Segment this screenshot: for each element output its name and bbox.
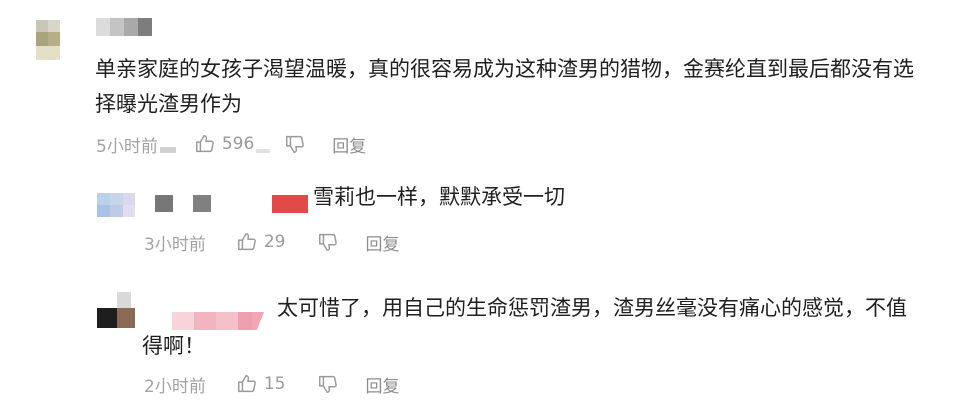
like-count: 29 bbox=[263, 232, 286, 252]
comment-text-line-1: 单亲家庭的女孩子渴望温暖，真的很容易成为这种渣男的猎物，金赛纶直到最后都没有选 bbox=[95, 57, 914, 81]
timestamp: 3小时前 bbox=[144, 234, 206, 255]
thumbs-down-icon bbox=[284, 133, 306, 155]
comment-text-line-1: 太可惜了，用自己的生命惩罚渣男，渣男丝毫没有痛心的感觉，不值 bbox=[277, 296, 907, 320]
like-button[interactable]: 596 bbox=[194, 133, 254, 155]
username[interactable] bbox=[96, 18, 156, 36]
dislike-button[interactable] bbox=[317, 373, 339, 395]
thumbs-up-icon bbox=[194, 133, 216, 155]
like-count: 596 bbox=[221, 134, 255, 154]
like-button[interactable]: 29 bbox=[236, 231, 286, 253]
username[interactable] bbox=[155, 195, 215, 213]
like-button[interactable]: 15 bbox=[236, 373, 286, 395]
reply-button[interactable]: 回复 bbox=[365, 230, 399, 255]
like-count: 15 bbox=[263, 374, 286, 394]
comment-text-line-2: 得啊！ bbox=[142, 334, 205, 358]
comment-text-line-1: 雪莉也一样，默默承受一切 bbox=[313, 185, 565, 209]
thumbs-down-icon bbox=[317, 231, 339, 253]
thumbs-down-icon bbox=[317, 373, 339, 395]
avatar[interactable] bbox=[36, 20, 60, 60]
timestamp: 2小时前 bbox=[144, 376, 206, 397]
reply-button[interactable]: 回复 bbox=[332, 132, 366, 157]
avatar[interactable] bbox=[97, 292, 137, 328]
thumbs-up-icon bbox=[236, 231, 258, 253]
redacted-block bbox=[256, 149, 271, 153]
redacted-block bbox=[159, 147, 176, 153]
mention-redacted bbox=[272, 195, 308, 213]
avatar[interactable] bbox=[97, 193, 135, 217]
comment-text-line-2: 择曝光渣男作为 bbox=[95, 92, 242, 116]
dislike-button[interactable] bbox=[317, 231, 339, 253]
thumbs-up-icon bbox=[236, 373, 258, 395]
dislike-button[interactable] bbox=[284, 133, 306, 155]
reply-button[interactable]: 回复 bbox=[365, 372, 399, 397]
timestamp: 5小时前 bbox=[96, 136, 158, 157]
